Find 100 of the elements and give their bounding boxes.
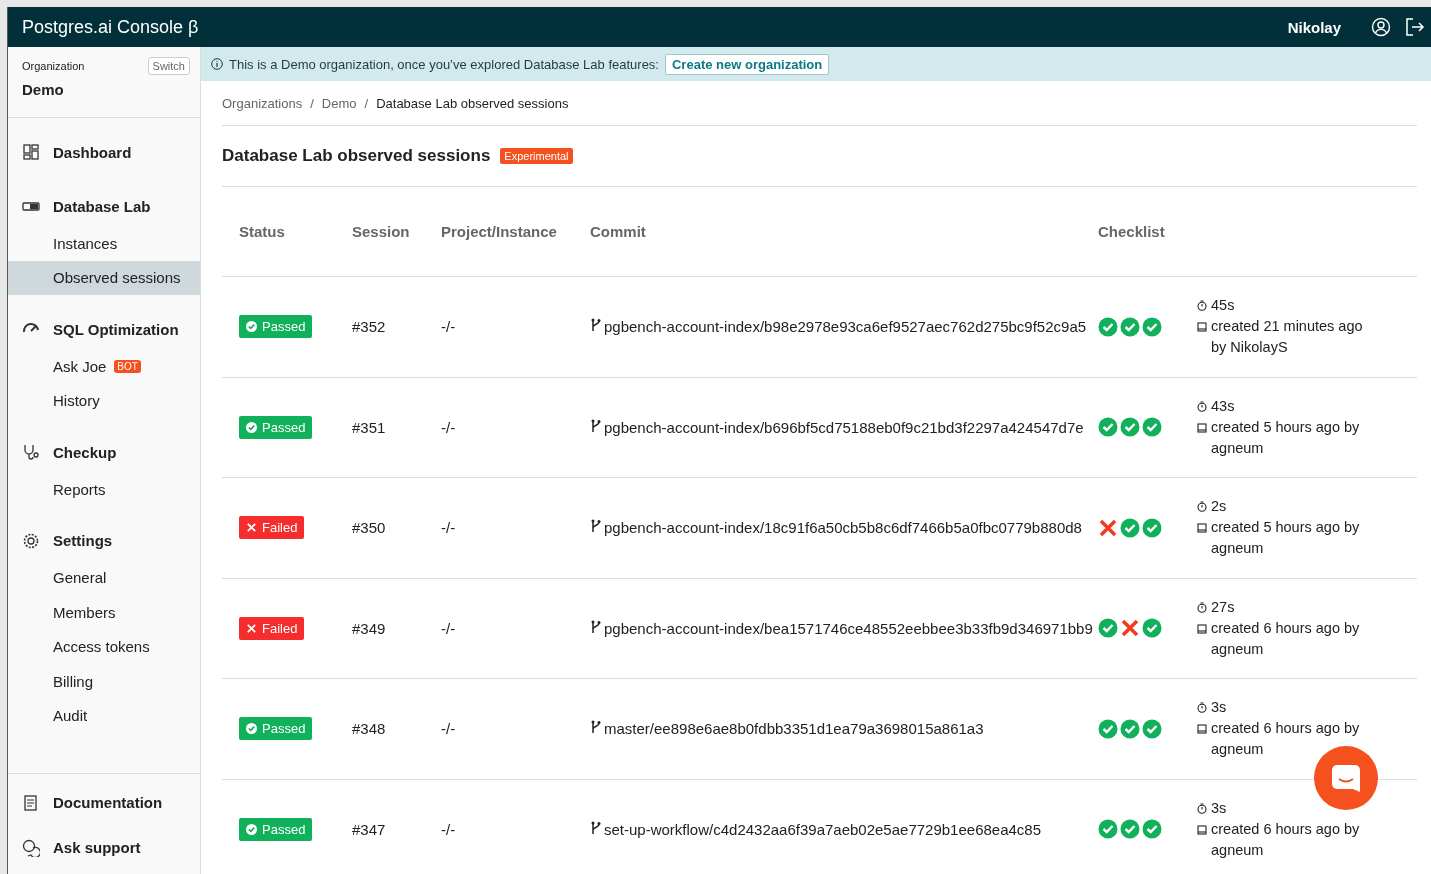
x-icon <box>246 522 257 534</box>
created-text: created 5 hours ago by agneum <box>1211 417 1361 458</box>
nav-section[interactable]: Database Lab <box>53 197 151 215</box>
experimental-badge: Experimental <box>500 148 573 164</box>
commit-text: pgbench-account-index/b98e2978e93ca6ef9527aec762d275bc9f52c9a5 <box>604 317 1087 338</box>
banner-text: This is a Demo organization, once you’ve explored Database Lab features: <box>229 56 659 72</box>
nav-item-label: History <box>53 392 100 410</box>
user-icon[interactable] <box>1371 17 1391 37</box>
stopwatch-icon <box>1197 601 1207 613</box>
duration: 27s <box>1211 597 1235 617</box>
user-name[interactable]: Nikolay <box>1287 18 1341 36</box>
status-badge: Passed <box>239 415 313 439</box>
check-icon <box>246 823 257 835</box>
status-badge: Failed <box>239 516 305 540</box>
nav-item-label: Audit <box>53 707 88 725</box>
organization-label: Organization <box>22 60 85 72</box>
commit-text: master/ee898e6ae8b0fdbb3351d1ea79a3698015a861a3 <box>604 719 984 740</box>
stopwatch-icon <box>1197 300 1207 312</box>
duration: 45s <box>1211 296 1235 316</box>
breadcrumb-separator: / <box>310 95 314 111</box>
status-badge: Passed <box>239 717 313 741</box>
breadcrumb-current: Database Lab observed sessions <box>376 95 569 111</box>
calendar-icon <box>1197 724 1207 735</box>
nav-link[interactable]: Documentation <box>53 794 163 811</box>
nav-section[interactable]: SQL Optimization <box>53 320 179 338</box>
created-text: created 21 minutes ago by NikolayS <box>1211 317 1364 358</box>
nav-item[interactable]: History <box>8 383 200 418</box>
branch-icon <box>590 418 601 433</box>
nav-item-label: Observed sessions <box>53 269 181 287</box>
project-cell: -/- <box>441 318 456 336</box>
stopwatch-icon <box>1197 702 1207 714</box>
duration: 3s <box>1211 798 1227 818</box>
x-icon <box>246 622 257 634</box>
settings-icon <box>22 531 40 550</box>
created-text: created 5 hours ago by agneum <box>1211 518 1361 559</box>
project-cell: -/- <box>441 519 456 537</box>
app-title[interactable]: Postgres.ai Console β <box>22 16 1288 38</box>
commit-text: pgbench-account-index/b696bf5cd75188eb0f9c21bd3f2297a424547d7e <box>604 417 1084 438</box>
stopwatch-icon <box>1197 400 1207 412</box>
created-text: created 6 hours ago by agneum <box>1211 618 1361 659</box>
dashboard-icon <box>22 143 40 161</box>
created-text: created 6 hours ago by agneum <box>1211 819 1361 860</box>
branch-icon <box>590 720 601 735</box>
nav-item-label: Instances <box>53 234 118 252</box>
nav-item[interactable]: Access tokens <box>8 629 200 664</box>
document-icon <box>22 793 40 812</box>
nav-item[interactable]: General <box>8 560 200 595</box>
duration: 43s <box>1211 396 1235 416</box>
project-cell: -/- <box>441 418 456 436</box>
chat-icon <box>22 838 40 857</box>
check-icon <box>246 421 257 433</box>
session-number[interactable]: #349 <box>352 619 386 637</box>
nav-item[interactable]: Audit <box>8 698 200 733</box>
nav-section[interactable]: Settings <box>53 532 113 549</box>
nav-item-label: Reports <box>53 480 106 498</box>
info-icon <box>211 58 223 70</box>
session-number[interactable]: #352 <box>352 318 386 336</box>
branch-icon <box>590 318 601 333</box>
branch-icon <box>590 820 601 835</box>
project-cell: -/- <box>441 820 456 838</box>
check-icon <box>246 321 257 333</box>
nav-item[interactable]: Ask Joe BOT <box>8 349 200 384</box>
nav-section[interactable]: Checkup <box>53 443 117 461</box>
created-text: created 6 hours ago by agneum <box>1211 719 1361 760</box>
column-header: Project/Instance <box>441 223 557 240</box>
status-badge: Passed <box>239 315 313 339</box>
column-header: Session <box>352 223 410 240</box>
session-number[interactable]: #351 <box>352 418 386 436</box>
project-cell: -/- <box>441 720 456 738</box>
bot-badge: BOT <box>114 359 141 373</box>
session-number[interactable]: #348 <box>352 720 386 738</box>
organization-name: Demo <box>22 81 64 98</box>
nav-section[interactable]: Dashboard <box>53 143 132 161</box>
breadcrumb-link[interactable]: Organizations <box>222 95 303 111</box>
nav-item-label: Access tokens <box>53 638 150 656</box>
breadcrumb-link[interactable]: Demo <box>321 95 357 111</box>
breadcrumb-separator: / <box>364 95 369 111</box>
session-number[interactable]: #350 <box>352 519 386 537</box>
check-icon <box>246 723 257 735</box>
create-organization-button[interactable]: Create new organization <box>665 53 830 75</box>
duration: 3s <box>1211 698 1227 718</box>
nav-item-label: Members <box>53 603 116 621</box>
nav-link[interactable]: Ask support <box>53 839 141 856</box>
project-cell: -/- <box>441 619 456 637</box>
calendar-icon <box>1197 623 1207 634</box>
nav-item-label: Billing <box>53 672 94 690</box>
status-badge: Failed <box>239 616 305 640</box>
branch-icon <box>590 619 601 634</box>
switch-button[interactable]: Switch <box>147 57 190 75</box>
logout-icon[interactable] <box>1405 17 1425 37</box>
nav-item[interactable]: Instances <box>8 226 200 261</box>
commit-text: pgbench-account-index/18c91f6a50cb5b8c6df7466b5a0fbc0779b880d8 <box>604 518 1082 539</box>
stopwatch-icon <box>1197 802 1207 814</box>
nav-item[interactable]: Reports <box>8 472 200 507</box>
nav-item[interactable]: Observed sessions <box>8 260 200 295</box>
nav-item[interactable]: Billing <box>8 664 200 699</box>
nav-item[interactable]: Members <box>8 595 200 630</box>
calendar-icon <box>1197 322 1207 333</box>
session-number[interactable]: #347 <box>352 820 386 838</box>
commit-text: pgbench-account-index/bea1571746ce48552eebbee3b33fb9d346971bb9 <box>604 618 1093 639</box>
